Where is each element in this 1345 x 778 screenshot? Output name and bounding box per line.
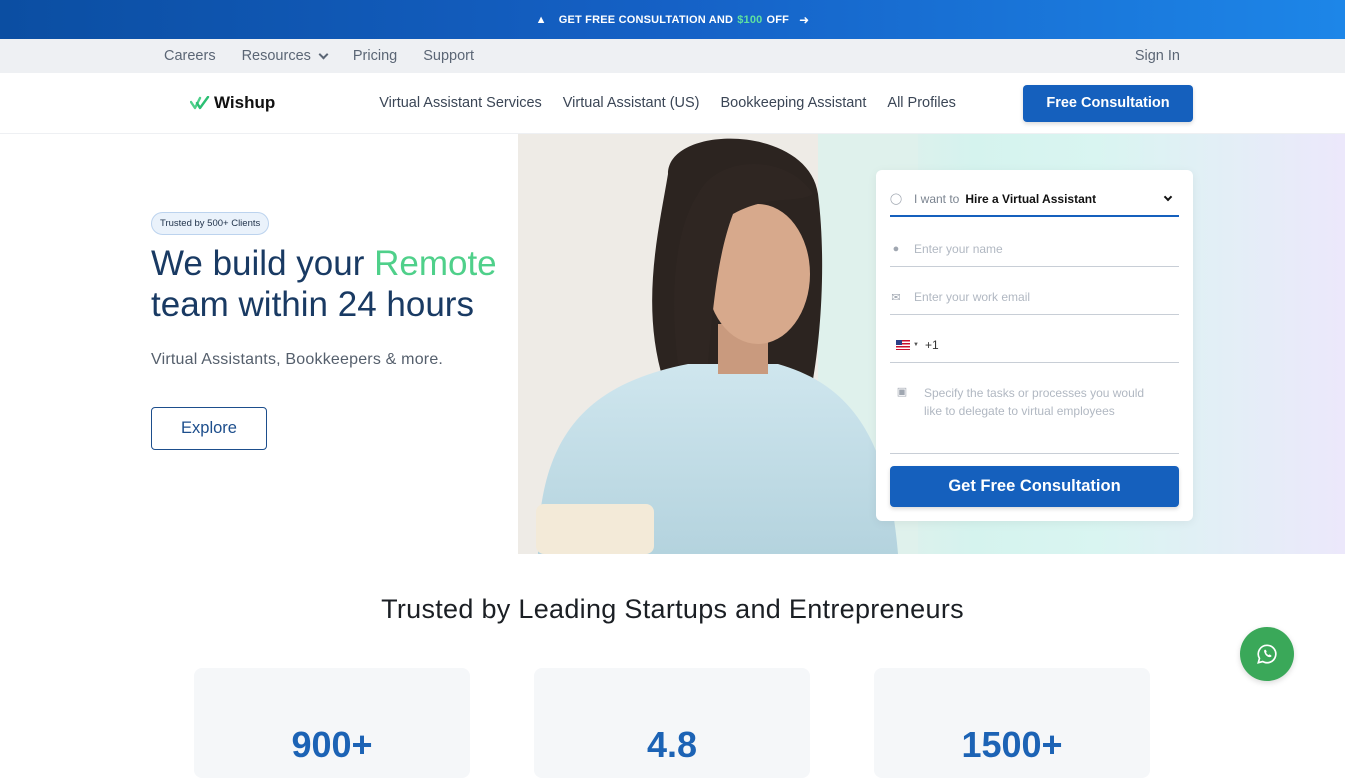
nav-link-va-us[interactable]: Virtual Assistant (US)	[563, 95, 700, 111]
util-link-careers[interactable]: Careers	[164, 48, 216, 64]
briefcase-icon: ▣	[896, 385, 908, 398]
chevron-down-icon	[318, 49, 329, 59]
util-link-resources[interactable]: Resources	[241, 48, 329, 64]
headline-part-1: We build your	[151, 244, 365, 283]
tasks-placeholder: Specify the tasks or processes you would…	[924, 386, 1145, 418]
stat-card: 1500+	[874, 668, 1150, 778]
user-icon: ●	[892, 243, 900, 255]
brand-logo[interactable]: Wishup	[190, 93, 275, 113]
free-consultation-button[interactable]: Free Consultation	[1023, 84, 1193, 122]
whatsapp-button[interactable]	[1240, 627, 1294, 681]
consultation-form: ◯ I want to Hire a Virtual Assistant ● E…	[876, 170, 1193, 521]
promo-suffix: OFF	[766, 13, 790, 26]
sign-in-link[interactable]: Sign In	[1135, 48, 1180, 64]
wishup-logo-icon	[190, 96, 210, 110]
get-free-consultation-button[interactable]: Get Free Consultation	[890, 466, 1179, 507]
stat-card: 4.8	[534, 668, 810, 778]
headset-icon: ◯	[889, 193, 903, 205]
whatsapp-icon	[1257, 644, 1277, 664]
caret-down-icon: ▼	[913, 342, 919, 348]
nav-link-bookkeeping[interactable]: Bookkeeping Assistant	[721, 95, 867, 111]
email-field[interactable]: ✉ Enter your work email	[890, 280, 1179, 315]
phone-field[interactable]: ▼ +1	[890, 328, 1179, 363]
chevron-down-icon	[1163, 192, 1173, 201]
trusted-badge: Trusted by 500+ Clients	[151, 212, 270, 235]
hero-content: Trusted by 500+ Clients We build your Re…	[151, 212, 531, 450]
intent-label: I want to	[914, 191, 960, 206]
headline-part-2: team within 24 hours	[151, 285, 474, 324]
util-link-pricing[interactable]: Pricing	[353, 48, 397, 64]
intent-value: Hire a Virtual Assistant	[965, 191, 1097, 206]
intent-select[interactable]: ◯ I want to Hire a Virtual Assistant	[890, 182, 1179, 217]
hero-subtitle: Virtual Assistants, Bookkeepers & more.	[151, 351, 444, 368]
main-nav: Wishup Virtual Assistant Services Virtua…	[0, 73, 1345, 134]
stats-row: 900+ 4.8 1500+	[194, 668, 1150, 778]
rocket-icon: ▲	[535, 13, 547, 26]
stat-card: 900+	[194, 668, 470, 778]
nav-link-all-profiles[interactable]: All Profiles	[887, 95, 956, 111]
name-field[interactable]: ● Enter your name	[890, 232, 1179, 267]
phone-country-code: +1	[924, 338, 939, 352]
arrow-right-icon: ➜	[799, 12, 810, 27]
hero-photo-woman	[518, 134, 918, 554]
explore-button[interactable]: Explore	[151, 407, 267, 450]
hero-headline: We build your Remote team within 24 hour…	[151, 243, 531, 325]
email-placeholder: Enter your work email	[914, 290, 1031, 304]
nav-link-va-services[interactable]: Virtual Assistant Services	[379, 95, 542, 111]
utility-bar: Careers Resources Pricing Support Sign I…	[0, 39, 1345, 73]
util-link-support[interactable]: Support	[423, 48, 474, 64]
mail-icon: ✉	[891, 291, 901, 304]
name-placeholder: Enter your name	[914, 242, 1003, 256]
promo-banner[interactable]: ▲ GET FREE CONSULTATION AND $100 OFF ➜	[0, 0, 1345, 39]
hero-section: Trusted by 500+ Clients We build your Re…	[0, 134, 1345, 554]
util-link-resources-label: Resources	[241, 48, 311, 64]
trusted-title: Trusted by Leading Startups and Entrepre…	[381, 594, 964, 624]
us-flag-icon[interactable]	[896, 340, 910, 350]
promo-text: GET FREE CONSULTATION AND	[558, 13, 734, 26]
tasks-textarea[interactable]: ▣ Specify the tasks or processes you wou…	[890, 376, 1179, 454]
brand-name: Wishup	[214, 93, 276, 112]
headline-highlight: Remote	[374, 244, 497, 283]
promo-amount: $100	[737, 13, 763, 26]
